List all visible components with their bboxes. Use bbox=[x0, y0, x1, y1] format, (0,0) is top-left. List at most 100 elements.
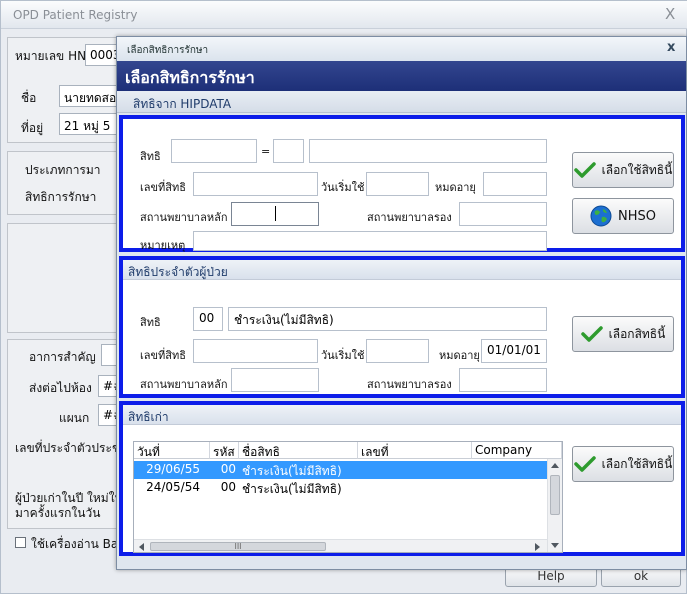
column-header-code[interactable]: รหัส bbox=[210, 442, 239, 459]
hipdata-right-code-field[interactable] bbox=[171, 139, 257, 163]
cell-code: 00 bbox=[220, 462, 236, 476]
personal-main-hosp-label: สถานพยาบาลหลัก bbox=[140, 378, 228, 391]
name-label: ชื่อ bbox=[21, 91, 37, 105]
dialog-titlebar: เลือกสิทธิการรักษา x bbox=[117, 37, 686, 61]
address-field[interactable]: 21 หมู่ 5 bbox=[59, 113, 119, 135]
background-window-title: OPD Patient Registry bbox=[13, 8, 138, 22]
old-rights-select-button[interactable]: เลือกใช้สิทธินี้ bbox=[572, 446, 674, 482]
hipdata-subheader: สิทธิจาก HIPDATA bbox=[117, 91, 686, 113]
old-rights-select-button-label: เลือกใช้สิทธินี้ bbox=[601, 456, 673, 471]
chevron-up-icon[interactable] bbox=[551, 462, 559, 468]
nhso-button[interactable]: NHSO bbox=[572, 198, 674, 234]
hipdata-right-name-field[interactable] bbox=[309, 139, 547, 163]
hipdata-start-label: วันเริ่มใช้ bbox=[321, 181, 365, 194]
cell-number bbox=[358, 479, 472, 497]
hipdata-subheader-label: สิทธิจาก HIPDATA bbox=[133, 97, 232, 111]
background-titlebar: OPD Patient Registry X bbox=[1, 1, 687, 29]
cell-company bbox=[472, 461, 548, 479]
personal-select-button-label: เลือกสิทธินี้ bbox=[608, 326, 666, 341]
hipdata-sub-hosp-label: สถานพยาบาลรอง bbox=[367, 211, 452, 224]
hipdata-right-label: สิทธิ bbox=[140, 150, 161, 163]
hipdata-expire-date-field[interactable] bbox=[483, 172, 547, 196]
ok-button-label: ok bbox=[633, 569, 649, 583]
old-rights-grid[interactable]: วันที่ รหัส ชื่อสิทธิ เลขที่ Company 29/… bbox=[133, 441, 563, 553]
table-row[interactable]: 24/05/54 00 ชำระเงิน(ไม่มีสิทธิ) bbox=[134, 479, 548, 497]
horizontal-scrollbar[interactable]: III bbox=[134, 539, 547, 552]
hipdata-select-button-label: เลือกใช้สิทธินี้ bbox=[601, 162, 673, 177]
vertical-scrollbar[interactable] bbox=[547, 459, 562, 552]
cell-number bbox=[358, 461, 472, 479]
chevron-down-icon[interactable] bbox=[551, 543, 559, 549]
old-rights-panel: สิทธิเก่า วันที่ รหัส ชื่อสิทธิ เลขที่ C… bbox=[119, 401, 685, 556]
hipdata-note-field[interactable] bbox=[193, 231, 547, 251]
personal-select-button[interactable]: เลือกสิทธินี้ bbox=[572, 316, 674, 352]
help-button-label: Help bbox=[537, 569, 565, 583]
personal-right-name-field[interactable]: ชำระเงิน(ไม่มีสิทธิ) bbox=[228, 307, 547, 331]
barcode-checkbox[interactable] bbox=[15, 537, 26, 548]
check-icon bbox=[573, 162, 596, 178]
personal-sub-hosp-field[interactable] bbox=[459, 368, 547, 392]
hipdata-select-button[interactable]: เลือกใช้สิทธินี้ bbox=[572, 152, 674, 188]
cell-date: 24/05/54 bbox=[146, 480, 200, 494]
vertical-scroll-thumb[interactable] bbox=[550, 475, 560, 515]
column-header-number[interactable]: เลขที่ bbox=[358, 442, 472, 459]
old-rights-title: สิทธิเก่า bbox=[128, 410, 169, 424]
personal-right-no-label: เลขที่สิทธิ bbox=[140, 349, 186, 362]
hn-field[interactable]: 00032 bbox=[85, 44, 119, 66]
nhso-button-label: NHSO bbox=[618, 208, 656, 224]
personal-main-hosp-field[interactable] bbox=[231, 368, 319, 392]
personal-right-code-field[interactable]: 00 bbox=[193, 307, 223, 331]
personal-start-date-field[interactable] bbox=[366, 339, 429, 363]
dialog-close-icon[interactable]: x bbox=[667, 40, 675, 55]
hipdata-expire-label: หมดอายุ bbox=[435, 181, 476, 194]
dialog-header-title: เลือกสิทธิการรักษา bbox=[125, 68, 255, 87]
dept-label: แผนก bbox=[59, 411, 90, 425]
hipdata-right-no-field[interactable] bbox=[193, 172, 318, 196]
hipdata-sub-hosp-field[interactable] bbox=[459, 202, 547, 226]
send-room-label: ส่งต่อไปห้อง bbox=[29, 381, 92, 395]
text-cursor bbox=[275, 206, 276, 221]
column-header-name[interactable]: ชื่อสิทธิ bbox=[239, 442, 358, 459]
column-header-date[interactable]: วันที่ bbox=[134, 442, 210, 459]
personal-start-label: วันเริ่มใช้ bbox=[321, 349, 365, 362]
hipdata-panel: สิทธิ = เลขที่สิทธิ วันเริ่มใช้ หมดอายุ … bbox=[119, 115, 685, 252]
personal-rights-title: สิทธิประจำตัวผู้ป่วย bbox=[128, 265, 228, 279]
horizontal-scroll-thumb[interactable]: III bbox=[150, 542, 326, 551]
barcode-checkbox-label: ใช้เครื่องอ่าน Barc bbox=[31, 537, 130, 551]
table-row[interactable]: 29/06/55 00 ชำระเงิน(ไม่มีสิทธิ) bbox=[134, 461, 548, 479]
cell-company bbox=[472, 479, 548, 497]
dialog-window-title: เลือกสิทธิการรักษา bbox=[127, 45, 209, 56]
hipdata-right-sub-field[interactable] bbox=[273, 139, 304, 163]
address-label: ที่อยู่ bbox=[21, 121, 44, 135]
hipdata-main-hosp-field[interactable] bbox=[231, 202, 319, 226]
symptom-label: อาการสำคัญ bbox=[29, 350, 96, 364]
hipdata-main-hosp-label: สถานพยาบาลหลัก bbox=[140, 211, 228, 224]
cell-name: ชำระเงิน(ไม่มีสิทธิ) bbox=[242, 464, 342, 478]
equals-sign: = bbox=[261, 145, 271, 158]
dialog-header: เลือกสิทธิการรักษา bbox=[117, 61, 686, 91]
personal-right-no-field[interactable] bbox=[193, 339, 318, 363]
select-rights-dialog: เลือกสิทธิการรักษา x เลือกสิทธิการรักษา … bbox=[116, 36, 687, 570]
old-rights-header: สิทธิเก่า bbox=[123, 405, 681, 425]
hipdata-right-no-label: เลขที่สิทธิ bbox=[140, 181, 186, 194]
empty-group bbox=[7, 223, 119, 333]
background-close-icon[interactable]: X bbox=[665, 5, 675, 23]
hipdata-note-label: หมายเหตุ bbox=[140, 239, 186, 252]
column-header-company[interactable]: Company bbox=[472, 442, 562, 459]
globe-icon bbox=[590, 205, 612, 227]
cell-code: 00 bbox=[220, 480, 236, 494]
rights-label: สิทธิการรักษา bbox=[25, 190, 97, 204]
cell-date: 29/06/55 bbox=[146, 462, 200, 476]
personal-rights-panel: สิทธิประจำตัวผู้ป่วย สิทธิ 00 ชำระเงิน(ไ… bbox=[119, 256, 685, 398]
check-icon bbox=[580, 326, 603, 342]
hipdata-start-date-field[interactable] bbox=[366, 172, 429, 196]
personal-expire-label: หมดอายุ bbox=[439, 349, 480, 362]
hn-label: หมายเลข HN bbox=[15, 49, 87, 63]
chevron-left-icon[interactable] bbox=[138, 543, 144, 551]
personal-expire-date-field[interactable]: 01/01/01 bbox=[481, 339, 547, 363]
chevron-right-icon[interactable] bbox=[535, 543, 541, 551]
name-field[interactable]: นายทดสอบ bbox=[59, 85, 119, 107]
cell-name: ชำระเงิน(ไม่มีสิทธิ) bbox=[242, 482, 342, 496]
visit-type-label: ประเภทการมา bbox=[25, 163, 101, 177]
personal-rights-header: สิทธิประจำตัวผู้ป่วย bbox=[123, 260, 681, 280]
